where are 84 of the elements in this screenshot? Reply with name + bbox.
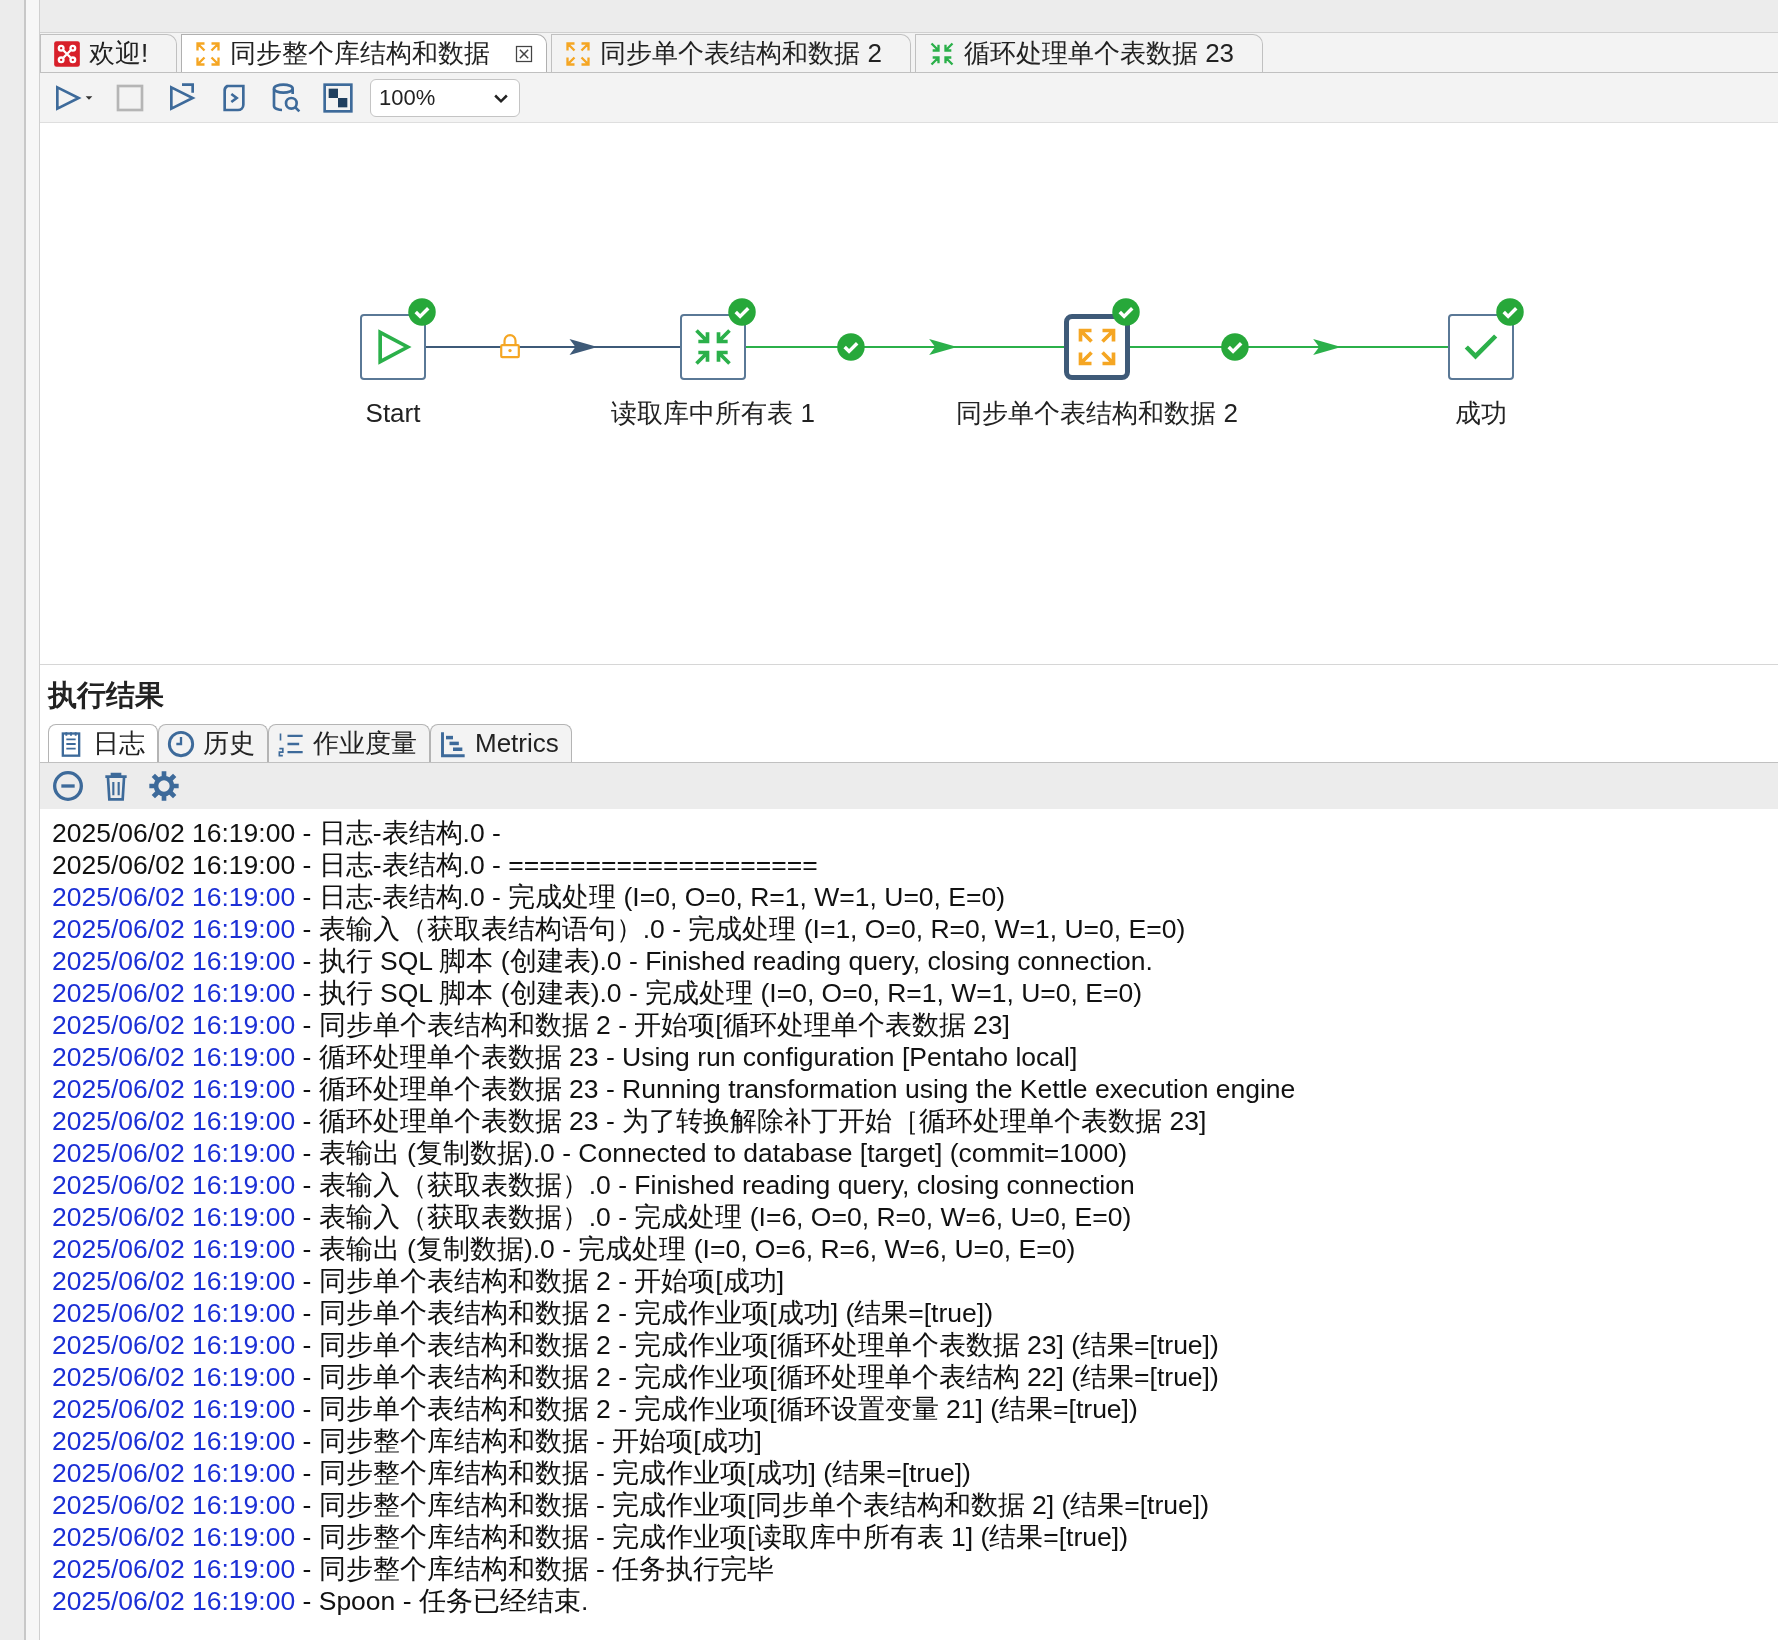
zoom-dropdown[interactable]: 100% xyxy=(370,78,520,117)
log-timestamp: 2025/06/02 16:19:00 xyxy=(52,1393,296,1425)
settings-button[interactable] xyxy=(148,770,180,802)
job-arrows-icon xyxy=(564,39,593,68)
clock-icon xyxy=(167,729,195,758)
log-timestamp: 2025/06/02 16:19:00 xyxy=(52,1457,296,1489)
log-message: - 日志-表结构.0 - ==================== xyxy=(301,849,818,881)
success-check-icon xyxy=(1221,333,1249,361)
log-timestamp: 2025/06/02 16:19:00 xyxy=(52,1265,296,1297)
log-timestamp: 2025/06/02 16:19:00 xyxy=(52,1137,296,1169)
editor-tab[interactable]: 同步整个库结构和数据 xyxy=(181,34,548,72)
log-message: - 同步单个表结构和数据 2 - 完成作业项[循环处理单个表结构 22] (结果=[true]) xyxy=(301,1361,1219,1393)
log-message: - 执行 SQL 脚本 (创建表).0 - 完成处理 (I=0, O=0, R=1, W=1, U=0, E=0) xyxy=(301,977,1142,1009)
result-tab[interactable]: 历史 xyxy=(158,724,268,762)
log-timestamp: 2025/06/02 16:19:00 xyxy=(52,977,296,1009)
clear-log-icon xyxy=(52,770,84,802)
close-tab-button[interactable] xyxy=(514,43,535,64)
log-message: - 同步整个库结构和数据 - 完成作业项[同步单个表结构和数据 2] (结果=[true]) xyxy=(301,1489,1209,1521)
job-entry-node[interactable] xyxy=(1448,314,1514,380)
welcome-logo-icon xyxy=(53,39,81,68)
log-message: - 同步整个库结构和数据 - 完成作业项[成功] (结果=[true]) xyxy=(301,1457,971,1489)
log-timestamp: 2025/06/02 16:19:00 xyxy=(52,945,296,977)
log-message: - 循环处理单个表数据 23 - 为了转换解除补丁开始［循环处理单个表数据 23] xyxy=(301,1105,1207,1137)
job-entry-node[interactable] xyxy=(680,314,746,380)
result-tab[interactable]: Metrics xyxy=(430,724,572,762)
log-timestamp: 2025/06/02 16:19:00 xyxy=(52,1297,296,1329)
log-message: - 同步单个表结构和数据 2 - 开始项[成功] xyxy=(301,1265,785,1297)
log-message: - 同步整个库结构和数据 - 任务执行完毕 xyxy=(301,1553,775,1585)
editor-tab[interactable]: 循环处理单个表数据 23 xyxy=(914,34,1264,72)
log-timestamp: 2025/06/02 16:19:00 xyxy=(52,1425,296,1457)
log-timestamp: 2025/06/02 16:19:00 xyxy=(52,1489,296,1521)
log-message: - 同步单个表结构和数据 2 - 完成作业项[循环设置变量 21] (结果=[true]) xyxy=(301,1393,1138,1425)
log-message: - 表输出 (复制数据).0 - 完成处理 (I=0, O=6, R=6, W=6, U=0, E=0) xyxy=(301,1233,1076,1265)
editor-tab[interactable]: 同步单个表结构和数据 2 xyxy=(551,34,911,72)
node-label: 读取库中所有表 1 xyxy=(611,397,815,430)
log-message: - 同步单个表结构和数据 2 - 完成作业项[循环处理单个表数据 23] (结果=[true]) xyxy=(301,1329,1219,1361)
log-message: - 执行 SQL 脚本 (创建表).0 - Finished reading query, closing connection. xyxy=(301,945,1153,977)
log-timestamp: 2025/06/02 16:19:00 xyxy=(52,1361,296,1393)
gantt-chart-icon xyxy=(439,729,467,758)
log-timestamp: 2025/06/02 16:19:00 xyxy=(52,1553,296,1585)
log-timestamp: 2025/06/02 16:19:00 xyxy=(52,1073,296,1105)
job-entry-node[interactable] xyxy=(360,314,426,380)
lock-icon xyxy=(500,334,520,359)
log-message: - 循环处理单个表数据 23 - Running transformation using the Kettle execution engine xyxy=(301,1073,1296,1105)
log-message: - 循环处理单个表数据 23 - Using run configuration [Pentaho local] xyxy=(301,1041,1078,1073)
log-timestamp: 2025/06/02 16:19:00 xyxy=(52,1105,296,1137)
log-timestamp: 2025/06/02 16:19:00 xyxy=(52,1041,296,1073)
log-message: - 表输入（获取表数据）.0 - 完成处理 (I=6, O=0, R=0, W=6, U=0, E=0) xyxy=(301,1201,1132,1233)
log-message: - 日志-表结构.0 - 完成处理 (I=0, O=0, R=1, W=1, U=0, E=0) xyxy=(301,881,1006,913)
log-timestamp: 2025/06/02 16:19:00 xyxy=(52,1233,296,1265)
sql-search-icon xyxy=(270,81,302,114)
log-message: - 同步整个库结构和数据 - 完成作业项[读取库中所有表 1] (结果=[true]) xyxy=(301,1521,1128,1553)
log-message: - 同步单个表结构和数据 2 - 完成作业项[成功] (结果=[true]) xyxy=(301,1297,993,1329)
panel-title: 执行结果 xyxy=(48,678,165,713)
clear-log-button[interactable] xyxy=(52,770,84,802)
log-message: - 表输出 (复制数据).0 - Connected to database [target] (commit=1000) xyxy=(301,1137,1128,1169)
log-timestamp: 2025/06/02 16:19:00 xyxy=(52,1009,296,1041)
editor-tab[interactable]: 欢迎! xyxy=(40,34,178,72)
log-message: - 日志-表结构.0 - xyxy=(301,817,501,849)
job-entry-node[interactable] xyxy=(1064,314,1130,380)
settings-icon xyxy=(148,770,180,802)
success-check-icon xyxy=(837,333,865,361)
log-timestamp: 2025/06/02 16:19:00 xyxy=(52,1329,296,1361)
close-icon xyxy=(514,43,535,64)
node-label: Start xyxy=(365,397,421,430)
log-timestamp: 2025/06/02 16:19:00 xyxy=(52,817,296,849)
result-tab[interactable]: 作业度量 xyxy=(268,724,430,762)
log-message: - 表输入（获取表数据）.0 - Finished reading query, closing connection xyxy=(301,1169,1135,1201)
log-message: - 同步单个表结构和数据 2 - 开始项[循环处理单个表数据 23] xyxy=(301,1009,1010,1041)
job-arrows-icon xyxy=(194,39,223,68)
log-timestamp: 2025/06/02 16:19:00 xyxy=(52,849,296,881)
node-label: 同步单个表结构和数据 2 xyxy=(956,397,1238,430)
log-message: - 表输入（获取表结构语句）.0 - 完成处理 (I=1, O=0, R=0, W=1, U=0, E=0) xyxy=(301,913,1186,945)
log-timestamp: 2025/06/02 16:19:00 xyxy=(52,1521,296,1553)
node-label: 成功 xyxy=(1455,397,1507,430)
layout-icon xyxy=(322,81,354,114)
log-message: - 同步整个库结构和数据 - 开始项[成功] xyxy=(301,1425,762,1457)
result-tab[interactable]: 日志 xyxy=(48,724,158,762)
log-timestamp: 2025/06/02 16:19:00 xyxy=(52,881,296,913)
log-timestamp: 2025/06/02 16:19:00 xyxy=(52,1169,296,1201)
log-message: - Spoon - 任务已经结束. xyxy=(301,1585,589,1617)
log-timestamp: 2025/06/02 16:19:00 xyxy=(52,1585,296,1617)
log-timestamp: 2025/06/02 16:19:00 xyxy=(52,913,296,945)
log-timestamp: 2025/06/02 16:19:00 xyxy=(52,1201,296,1233)
